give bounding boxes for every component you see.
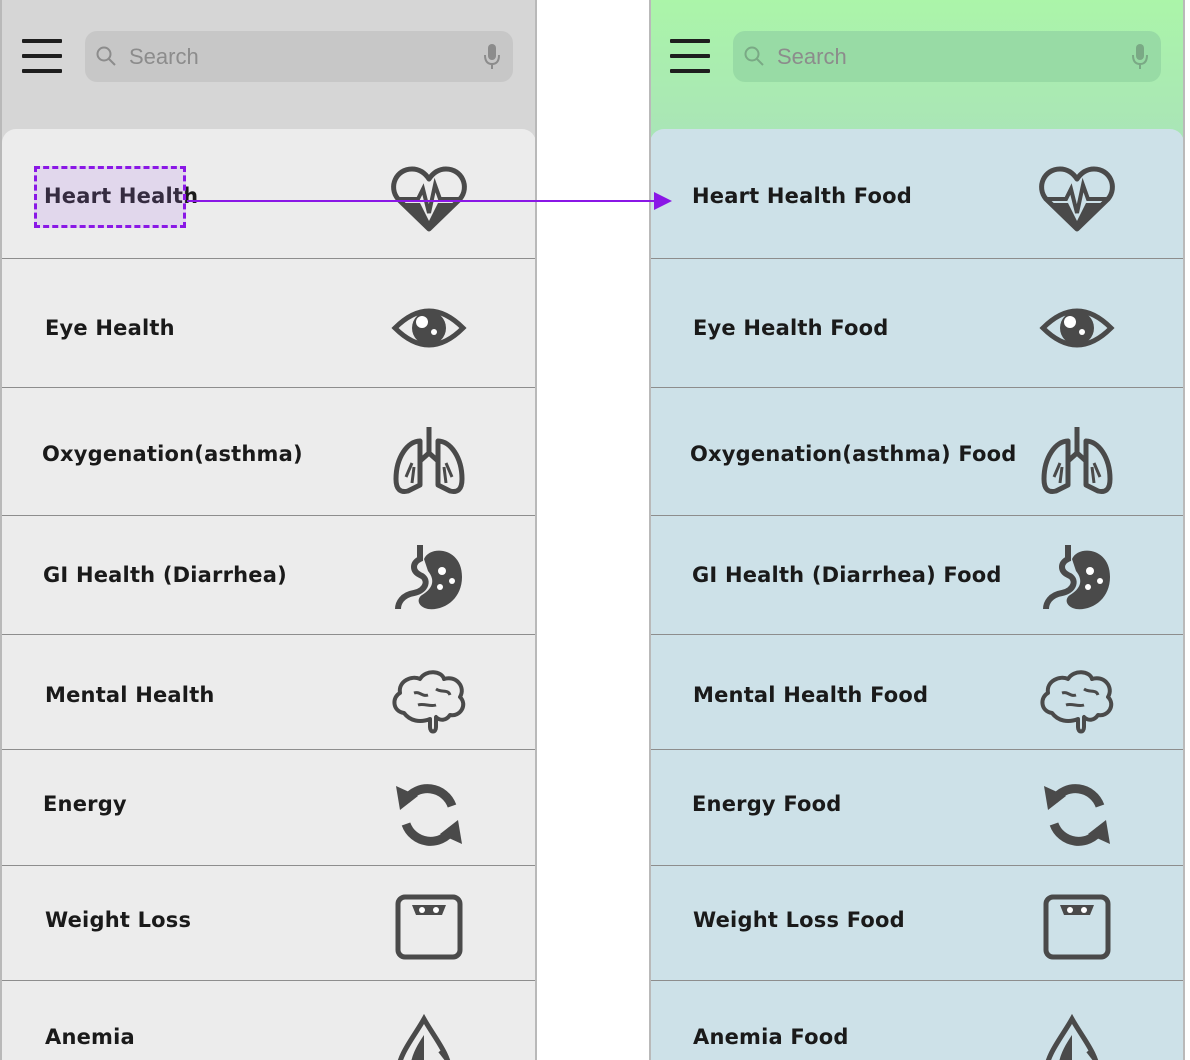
navigation-arrow bbox=[187, 192, 672, 210]
